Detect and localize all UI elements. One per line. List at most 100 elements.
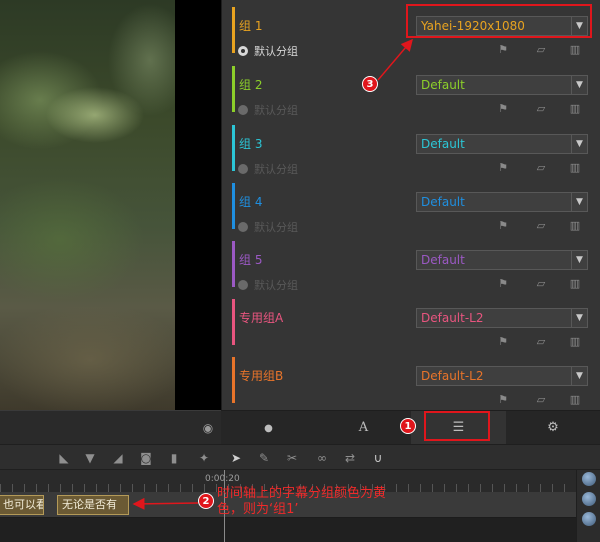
group-actions: ⚑ ▱ ▥ bbox=[496, 335, 592, 349]
swap-icon[interactable]: ⇄ bbox=[342, 450, 358, 466]
default-group-radio[interactable]: 默认分组 bbox=[238, 219, 298, 235]
group-actions: ⚑ ▱ ▥ bbox=[496, 43, 592, 57]
highlight-box-preset bbox=[406, 4, 592, 38]
style-preset-select[interactable]: Default ▼ bbox=[416, 192, 588, 212]
eye-slash-icon[interactable]: ◉ bbox=[201, 421, 215, 435]
eraser-icon[interactable]: ▱ bbox=[534, 219, 548, 233]
group-color-bar bbox=[232, 357, 235, 403]
eraser-icon[interactable]: ▱ bbox=[534, 277, 548, 291]
group-actions: ⚑ ▱ ▥ bbox=[496, 161, 592, 175]
track-knob[interactable] bbox=[582, 492, 596, 506]
default-group-radio[interactable]: 默认分组 bbox=[238, 161, 298, 177]
link-icon[interactable]: ∞ bbox=[314, 450, 330, 466]
marker-down-icon[interactable]: ▼ bbox=[82, 450, 98, 466]
radio-icon bbox=[238, 105, 248, 115]
video-preview bbox=[0, 0, 175, 410]
ruler-time-label: 0:00:20 bbox=[205, 474, 240, 484]
eraser-icon[interactable]: ▱ bbox=[534, 161, 548, 175]
wand-icon[interactable]: ✦ bbox=[196, 450, 212, 466]
gear-icon: ⚙ bbox=[547, 420, 559, 435]
tab-text-style[interactable]: A bbox=[316, 411, 411, 445]
flag-icon[interactable]: ⚑ bbox=[496, 161, 510, 175]
bookmark-icon[interactable]: ▮ bbox=[166, 450, 182, 466]
chevron-down-icon: ▼ bbox=[571, 367, 587, 385]
trash-icon[interactable]: ▥ bbox=[568, 277, 582, 291]
trash-icon[interactable]: ▥ bbox=[568, 102, 582, 116]
eraser-icon[interactable]: ▱ bbox=[534, 43, 548, 57]
annotation-note: 时间轴上的字幕分组颜色为黄色，则为‘组1’ bbox=[217, 486, 387, 517]
style-preset-select[interactable]: Default ▼ bbox=[416, 134, 588, 154]
default-group-radio[interactable]: 默认分组 bbox=[238, 102, 298, 118]
flag-icon[interactable]: ⚑ bbox=[496, 102, 510, 116]
cursor-icon[interactable]: ➤ bbox=[228, 450, 244, 466]
group-actions: ⚑ ▱ ▥ bbox=[496, 102, 592, 116]
default-group-radio[interactable]: 默认分组 bbox=[238, 277, 298, 293]
tab-comments[interactable]: ● bbox=[221, 411, 316, 445]
default-group-radio[interactable]: 默认分组 bbox=[238, 43, 298, 59]
trash-icon[interactable]: ▥ bbox=[568, 335, 582, 349]
flag-icon[interactable]: ⚑ bbox=[496, 393, 510, 407]
group-actions: ⚑ ▱ ▥ bbox=[496, 219, 592, 233]
group-row-special-a: 专用组A Default-L2 ▼ ⚑ ▱ ▥ bbox=[232, 297, 597, 349]
style-preset-select[interactable]: Default ▼ bbox=[416, 75, 588, 95]
track-controls bbox=[576, 470, 600, 542]
step-badge-2: 2 bbox=[198, 493, 214, 509]
group-color-bar bbox=[232, 66, 235, 112]
chevron-down-icon: ▼ bbox=[571, 76, 587, 94]
group-actions: ⚑ ▱ ▥ bbox=[496, 277, 592, 291]
preset-value: Default bbox=[421, 78, 465, 92]
group-row-4: 组 4 默认分组 Default ▼ ⚑ ▱ ▥ bbox=[232, 181, 597, 234]
radio-icon bbox=[238, 164, 248, 174]
group-actions: ⚑ ▱ ▥ bbox=[496, 393, 592, 407]
group-label: 专用组A bbox=[239, 311, 284, 325]
style-preset-select[interactable]: Default-L2 ▼ bbox=[416, 366, 588, 386]
preset-value: Default bbox=[421, 137, 465, 151]
scissors-icon[interactable]: ✂ bbox=[284, 450, 300, 466]
group-row-3: 组 3 默认分组 Default ▼ ⚑ ▱ ▥ bbox=[232, 123, 597, 176]
group-color-bar bbox=[232, 299, 235, 345]
preview-letterbox bbox=[175, 0, 221, 410]
preset-value: Default-L2 bbox=[421, 369, 484, 383]
style-preset-select[interactable]: Default ▼ bbox=[416, 250, 588, 270]
eraser-icon[interactable]: ▱ bbox=[534, 102, 548, 116]
group-label: 组 4 bbox=[239, 195, 263, 209]
subtitle-clip[interactable]: 也可以看, bbox=[0, 495, 44, 515]
chevron-down-icon: ▼ bbox=[571, 193, 587, 211]
preset-value: Default bbox=[421, 195, 465, 209]
preset-value: Default-L2 bbox=[421, 311, 484, 325]
subtitle-clip[interactable]: 无论是否有 bbox=[57, 495, 129, 515]
trash-icon[interactable]: ▥ bbox=[568, 43, 582, 57]
flag-icon[interactable]: ⚑ bbox=[496, 43, 510, 57]
eraser-icon[interactable]: ▱ bbox=[534, 335, 548, 349]
edit-icon[interactable]: ✎ bbox=[256, 450, 272, 466]
flag-icon[interactable]: ⚑ bbox=[496, 219, 510, 233]
flag-icon[interactable]: ⚑ bbox=[496, 335, 510, 349]
flag-icon[interactable]: ⚑ bbox=[496, 277, 510, 291]
group-label: 专用组B bbox=[239, 369, 284, 383]
group-row-special-b: 专用组B Default-L2 ▼ ⚑ ▱ ▥ bbox=[232, 355, 597, 407]
default-group-label: 默认分组 bbox=[254, 279, 298, 292]
group-color-bar bbox=[232, 241, 235, 287]
tab-settings[interactable]: ⚙ bbox=[506, 411, 600, 445]
group-label: 组 3 bbox=[239, 137, 263, 151]
magnet-icon[interactable]: ∪ bbox=[370, 450, 386, 466]
timeline-toolbar: ◣ ▼ ◢ ◙ ▮ ✦ ➤ ✎ ✂ ∞ ⇄ ∪ bbox=[0, 444, 600, 470]
group-row-2: 组 2 默认分组 Default ▼ ⚑ ▱ ▥ bbox=[232, 64, 597, 117]
style-preset-select[interactable]: Default-L2 ▼ bbox=[416, 308, 588, 328]
mark-out-icon[interactable]: ◢ bbox=[110, 450, 126, 466]
track-knob[interactable] bbox=[582, 472, 596, 486]
default-group-label: 默认分组 bbox=[254, 221, 298, 234]
radio-icon bbox=[238, 46, 248, 56]
camera-icon[interactable]: ◙ bbox=[138, 450, 154, 466]
eraser-icon[interactable]: ▱ bbox=[534, 393, 548, 407]
group-color-bar bbox=[232, 183, 235, 229]
track-knob[interactable] bbox=[582, 512, 596, 526]
trash-icon[interactable]: ▥ bbox=[568, 393, 582, 407]
group-color-bar bbox=[232, 7, 235, 53]
trash-icon[interactable]: ▥ bbox=[568, 161, 582, 175]
chat-bubble-icon: ● bbox=[264, 423, 273, 434]
trash-icon[interactable]: ▥ bbox=[568, 219, 582, 233]
step-badge-3: 3 bbox=[362, 76, 378, 92]
mark-in-icon[interactable]: ◣ bbox=[56, 450, 72, 466]
group-row-5: 组 5 默认分组 Default ▼ ⚑ ▱ ▥ bbox=[232, 239, 597, 292]
